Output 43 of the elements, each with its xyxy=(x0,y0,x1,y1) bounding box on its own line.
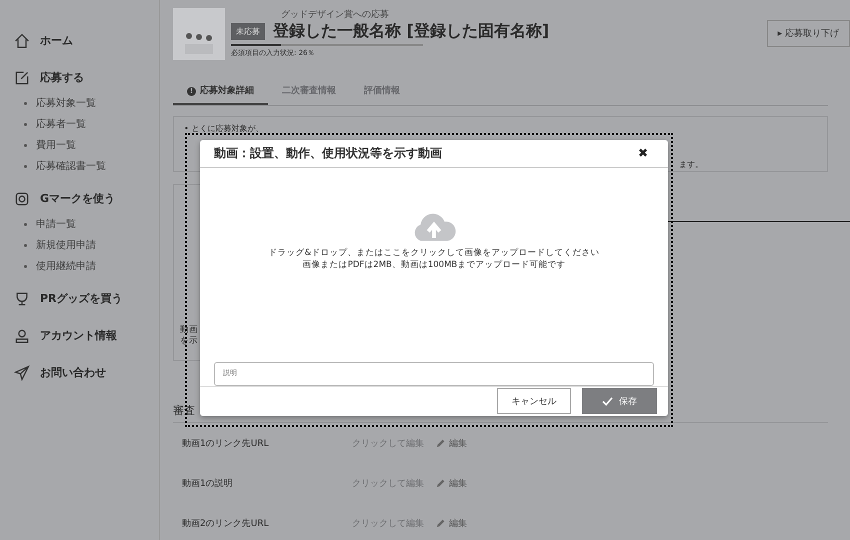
check-icon xyxy=(602,396,613,406)
edit-link[interactable]: 編集 xyxy=(449,516,467,530)
sidebar-subitem[interactable]: 申請一覧 xyxy=(0,217,159,238)
sidebar-subitem[interactable]: 費用一覧 xyxy=(0,138,159,159)
sidebar-subitem[interactable]: 応募者一覧 xyxy=(0,117,159,138)
upload-limits: 画像またはPDFは2MB、動画は100MBまでアップロード可能です xyxy=(302,258,566,271)
upload-area[interactable]: ドラッグ&ドロップ、またはここをクリックして画像をアップロードしてください 画像またはPDFは2MB、動画は100MBまでアップロード可能です xyxy=(214,168,654,320)
sidebar-item[interactable]: ホーム xyxy=(0,22,159,59)
pencil-icon[interactable] xyxy=(436,478,446,488)
dialog-title: 動画：設置、動作、使用状況等を示す動画 xyxy=(214,144,442,162)
field-label: 動画2のリンク先URL xyxy=(182,518,270,530)
edit-icon xyxy=(14,70,30,86)
edit-link[interactable]: 編集 xyxy=(449,436,467,450)
page-title: 登録した一般名称 [登録した固有名称] xyxy=(273,21,550,42)
trophy-icon xyxy=(14,290,30,306)
sidebar-subitem[interactable]: 応募対象一覧 xyxy=(0,96,159,117)
edit-link[interactable]: 編集 xyxy=(449,476,467,490)
pencil-icon[interactable] xyxy=(436,438,446,448)
pencil-icon[interactable] xyxy=(436,518,446,528)
upload-instructions: ドラッグ&ドロップ、またはここをクリックして画像をアップロードしてください xyxy=(268,246,600,259)
notice-text: ます。 xyxy=(679,159,703,170)
field-label: 動画1の説明 xyxy=(182,478,234,490)
send-icon xyxy=(14,364,30,380)
sidebar-subitem[interactable]: 新規使用申請 xyxy=(0,238,159,259)
cancel-button[interactable]: キャンセル xyxy=(497,388,571,414)
mark-icon xyxy=(14,190,30,206)
sidebar-item[interactable]: アカウント情報 xyxy=(0,317,159,354)
withdraw-button[interactable]: ▸ 応募取り下げ xyxy=(766,20,850,47)
save-button[interactable]: 保存 xyxy=(582,388,657,414)
product-thumbnail xyxy=(173,8,225,60)
subtitle: グッドデザイン賞への応募 xyxy=(280,8,390,21)
notice-text: • とくに応募対象が、 xyxy=(184,123,264,134)
field-label: 動画1のリンク先URL xyxy=(182,438,270,450)
home-icon xyxy=(14,32,30,48)
sidebar-item[interactable]: Gマークを使う xyxy=(0,180,159,217)
close-button[interactable]: ✖ xyxy=(632,145,654,162)
user-icon xyxy=(14,328,30,344)
sidebar-item[interactable]: PRグッズを買う xyxy=(0,280,159,317)
sidebar-subitem[interactable]: 使用継続申請 xyxy=(0,259,159,280)
sidebar-item[interactable]: 応募する xyxy=(0,59,159,96)
sidebar-subitem[interactable]: 応募確認書一覧 xyxy=(0,159,159,180)
sidebar-item[interactable]: お問い合わせ xyxy=(0,354,159,391)
status-badge: 未応募 xyxy=(231,23,265,40)
